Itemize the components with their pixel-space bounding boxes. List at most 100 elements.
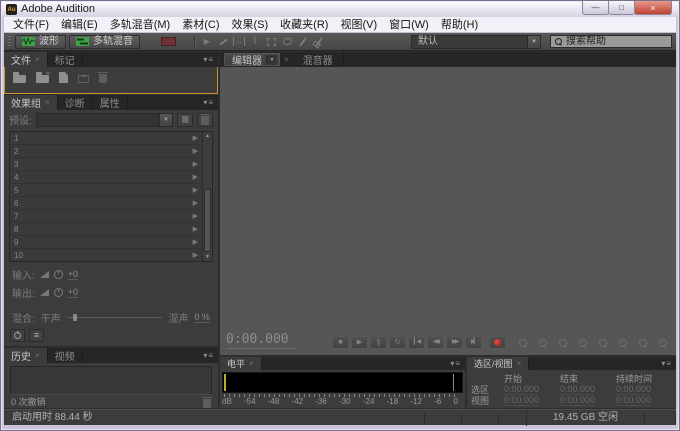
tab-effects-rack[interactable]: 效果组 × [4,95,58,110]
loop-button[interactable]: ↻ [389,336,406,349]
slot-arrow-icon[interactable]: ▶ [193,174,198,181]
workspace-dropdown[interactable]: 默认 ▼ [411,35,541,49]
tab-mixer[interactable]: 混音器 [293,52,344,67]
power-toggle-button[interactable] [10,329,25,342]
slot-arrow-icon[interactable]: ▶ [193,200,198,207]
close-icon[interactable]: × [35,352,40,360]
rewind-button[interactable]: ◀◀ [427,336,444,349]
menu-item[interactable]: 帮助(H) [435,17,484,33]
paintbrush-tool-button[interactable] [295,35,311,48]
close-icon[interactable]: × [45,99,50,107]
close-icon[interactable]: × [249,360,254,368]
waveform-view-button[interactable]: 波形 [15,35,66,49]
zoom-in-point-button[interactable] [616,336,629,349]
chevron-down-icon[interactable]: ▼ [159,114,172,126]
slot-arrow-icon[interactable]: ▶ [193,226,198,233]
history-list[interactable] [10,366,212,395]
trash-icon[interactable] [203,399,211,408]
effect-slot-row[interactable]: 2 ▶ [10,145,202,158]
tab-editor[interactable]: 编辑器 ▼ [224,53,280,66]
zoom-selection-button[interactable] [656,336,669,349]
effect-slot-row[interactable]: 5 ▶ [10,184,202,197]
new-file-icon[interactable] [59,72,68,83]
list-toggle-button[interactable]: ≡ [29,329,44,342]
search-help-input[interactable]: 搜索帮助 [550,35,672,48]
zoom-out-time-button[interactable] [536,336,549,349]
mix-slider-thumb[interactable] [73,314,77,321]
wet-value[interactable]: 0 % [194,312,210,323]
mix-slider[interactable] [67,313,163,322]
close-icon[interactable]: × [284,55,289,64]
time-display[interactable]: 0:00.000 [226,333,295,349]
effect-slot-row[interactable]: 9 ▶ [10,236,202,249]
slot-arrow-icon[interactable]: ▶ [193,187,198,194]
goto-end-button[interactable]: ▶▎ [465,336,482,349]
time-selection-tool-button[interactable]: I [247,35,263,48]
spot-healing-tool-button[interactable] [311,35,327,48]
title-bar[interactable]: Au Adobe Audition [2,2,678,17]
lasso-tool-button[interactable] [279,35,295,48]
slot-arrow-icon[interactable]: ▶ [193,239,198,246]
effect-slot-row[interactable]: 1 ▶ [10,132,202,145]
minimize-button[interactable]: — [582,1,609,15]
panel-menu-icon[interactable]: ▾≡ [203,348,214,363]
effect-slot-row[interactable]: 8 ▶ [10,223,202,236]
slot-arrow-icon[interactable]: ▶ [193,252,198,259]
menu-item[interactable]: 多轨混音(M) [104,17,177,33]
preset-select[interactable]: ▼ [36,113,173,127]
panel-menu-icon[interactable]: ▾≡ [450,357,461,370]
chevron-down-icon[interactable]: ▼ [266,55,277,65]
panel-menu-icon[interactable]: ▾≡ [203,52,214,67]
scroll-down-icon[interactable]: ▼ [203,253,212,261]
razor-tool-button[interactable] [215,35,231,48]
menu-item[interactable]: 效果(S) [226,17,275,33]
effect-slot-row[interactable]: 7 ▶ [10,210,202,223]
slot-arrow-icon[interactable]: ▶ [193,161,198,168]
trash-icon[interactable] [99,74,107,83]
goto-start-button[interactable]: ▎◀ [408,336,425,349]
duration-value[interactable]: 0:00.000 [616,384,651,395]
record-button[interactable] [489,336,506,349]
menu-item[interactable]: 视图(V) [334,17,383,33]
chevron-down-icon[interactable]: ▼ [527,36,540,48]
editor-canvas[interactable]: 0:00.000 ■ ▶ ∥ ↻ ▎◀ ◀◀ ▶▶ ▶▎ [220,67,676,355]
menu-item[interactable]: 文件(F) [7,17,55,33]
close-icon[interactable]: × [35,56,40,64]
knob-icon[interactable] [54,270,63,279]
slot-arrow-icon[interactable]: ▶ [193,135,198,142]
input-gain-value[interactable]: +0 [68,269,78,280]
zoom-out-amplitude-button[interactable] [576,336,589,349]
maximize-button[interactable]: □ [608,1,635,15]
tab-properties[interactable]: 属性 [93,95,128,110]
tab-files[interactable]: 文件 × [4,52,48,67]
stop-button[interactable]: ■ [332,336,349,349]
end-value[interactable]: 0:00.000 [560,395,595,406]
import-file-icon[interactable] [36,75,49,83]
tab-levels[interactable]: 电平 × [220,357,262,370]
end-value[interactable]: 0:00.000 [560,384,595,395]
scroll-up-icon[interactable]: ▲ [203,132,212,140]
delete-preset-button[interactable] [197,113,213,127]
spectral-display-button[interactable] [161,37,176,46]
slot-arrow-icon[interactable]: ▶ [193,148,198,155]
marquee-tool-button[interactable] [263,35,279,48]
tab-markers[interactable]: 标记 [48,52,83,67]
multitrack-view-button[interactable]: 多轨混音 [69,35,140,49]
effect-slot-row[interactable]: 3 ▶ [10,158,202,171]
output-gain-value[interactable]: +0 [68,287,78,298]
tab-video[interactable]: 视频 [48,348,83,363]
close-button[interactable]: × [634,1,672,15]
zoom-in-amplitude-button[interactable] [556,336,569,349]
start-value[interactable]: 0:00.000 [504,384,539,395]
tab-history[interactable]: 历史 × [4,348,48,363]
move-tool-button[interactable]: ▶ [199,35,215,48]
slip-tool-button[interactable]: ↔ [231,35,247,48]
zoom-in-time-button[interactable] [516,336,529,349]
zoom-out-full-button[interactable] [596,336,609,349]
tab-diagnostics[interactable]: 诊断 [58,95,93,110]
menu-item[interactable]: 素材(C) [176,17,225,33]
panel-menu-icon[interactable]: ▾≡ [203,95,214,110]
effect-slot-row[interactable]: 10 ▶ [10,249,202,262]
duration-value[interactable]: 0:00.000 [616,395,651,406]
zoom-out-point-button[interactable] [636,336,649,349]
